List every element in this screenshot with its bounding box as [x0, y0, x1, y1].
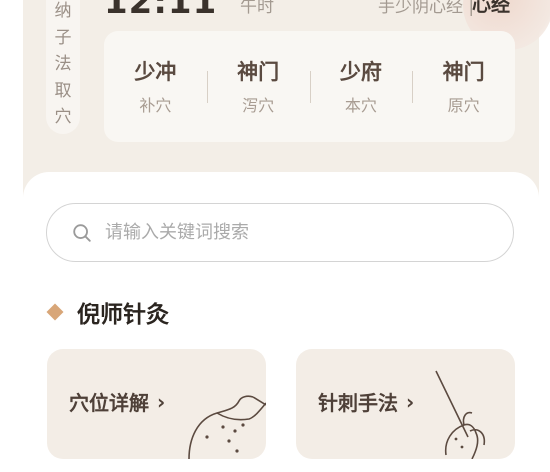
- chevron-right-icon: ›: [157, 389, 166, 414]
- body-illustration-icon: [188, 395, 266, 459]
- method-tag-char: 取: [54, 80, 72, 101]
- method-tag[interactable]: 纳 子 法 取 穴: [46, 0, 80, 134]
- acupoint-card: 少冲 补穴 神门 泻穴 少府 本穴 神门 原穴: [104, 31, 515, 142]
- search-input[interactable]: [103, 221, 467, 244]
- feature-label: 针刺手法 ›: [318, 387, 414, 416]
- acupoint-type: 补穴: [139, 95, 172, 115]
- acupoint-item[interactable]: 神门 泻穴: [206, 31, 310, 142]
- acupoint-item[interactable]: 神门 原穴: [412, 31, 515, 142]
- search-icon: [73, 223, 91, 242]
- acupoint-type: 原穴: [447, 95, 480, 115]
- search-bar[interactable]: [46, 203, 514, 262]
- feature-label: 穴位详解 ›: [69, 387, 165, 416]
- needle-hand-illustration-icon: [435, 370, 486, 459]
- chevron-right-icon: ›: [406, 389, 415, 414]
- method-tag-char: 法: [54, 54, 72, 74]
- acupoint-name: 少冲: [134, 59, 177, 84]
- acupoint-name: 神门: [442, 59, 485, 84]
- acupoint-item[interactable]: 少冲 补穴: [104, 31, 207, 142]
- meridian-label: 手少阴心经 |: [378, 0, 474, 17]
- feature-label-text: 针刺手法: [318, 391, 398, 415]
- method-tag-char: 子: [54, 27, 72, 48]
- acupoint-detail-card[interactable]: 穴位详解 ›: [47, 349, 266, 459]
- section-title: 倪师针灸: [77, 302, 169, 328]
- time-unit-label: 午时: [240, 0, 274, 17]
- organ-label: 心经: [472, 0, 511, 16]
- feature-label-text: 穴位详解: [69, 391, 149, 415]
- acupoint-type: 泻穴: [242, 95, 275, 115]
- acupoint-name: 神门: [237, 59, 280, 84]
- method-tag-char: 穴: [54, 107, 72, 127]
- acupoint-type: 本穴: [344, 95, 377, 115]
- section-header: 倪师针灸: [46, 295, 169, 329]
- method-tag-char: 纳: [54, 1, 72, 21]
- current-time: 12:11: [104, 0, 218, 22]
- diamond-icon: [46, 303, 64, 321]
- meridian-text: 手少阴心经: [378, 0, 463, 17]
- needling-technique-card[interactable]: 针刺手法 ›: [296, 349, 515, 459]
- acupoint-item[interactable]: 少府 本穴: [309, 31, 413, 142]
- acupoint-name: 少府: [339, 59, 382, 84]
